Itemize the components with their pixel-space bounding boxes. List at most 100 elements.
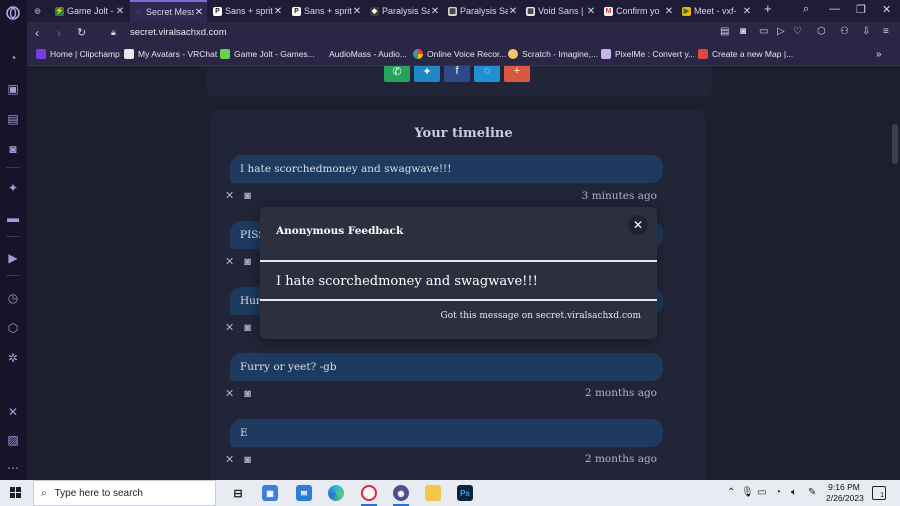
bookmark-clipchamp[interactable]: Home | Clipchamp: [36, 49, 120, 59]
pen-icon[interactable]: ✎: [808, 487, 816, 498]
network-icon[interactable]: ◔: [775, 487, 781, 498]
mail-icon[interactable]: ✉: [296, 485, 312, 501]
bookmark-voice-recorder[interactable]: Online Voice Recor...: [413, 49, 506, 59]
twitch-icon[interactable]: ▤: [5, 111, 21, 127]
gamejolt-icon: [220, 49, 230, 59]
bookmarks-overflow-icon[interactable]: »: [876, 49, 882, 60]
task-view-icon[interactable]: ⊟: [230, 485, 246, 501]
tray-overflow-icon[interactable]: ⌃: [727, 487, 735, 498]
forward-icon[interactable]: ›: [57, 26, 61, 40]
delete-icon[interactable]: ✕: [225, 189, 234, 202]
tab-9[interactable]: ▶ Meet - vxf- ✕: [678, 0, 755, 22]
page-scrollbar[interactable]: [890, 66, 900, 480]
screenshot-icon[interactable]: ◙: [244, 454, 251, 466]
close-tab-icon[interactable]: ✕: [352, 6, 362, 17]
camera-icon[interactable]: ◙: [740, 26, 746, 37]
screenshot-icon[interactable]: ◙: [244, 388, 251, 400]
extensions-icon[interactable]: ⬡: [5, 320, 21, 336]
notes-icon[interactable]: ▤: [720, 26, 729, 37]
bookmark-scratch[interactable]: Scratch - Imagine,...: [508, 49, 598, 59]
store-icon[interactable]: ▦: [262, 485, 278, 501]
close-tab-icon[interactable]: ✕: [115, 6, 125, 17]
message-actions: ✕ ◙: [225, 387, 251, 401]
microphone-icon[interactable]: 🎙︎: [741, 487, 754, 498]
speed-dial-icon[interactable]: ◔: [5, 50, 21, 66]
screenshot-icon[interactable]: ◙: [244, 322, 251, 334]
tab-7[interactable]: ▦ Void Sans | ✕: [522, 0, 599, 22]
gallery-icon[interactable]: ▨: [5, 432, 21, 448]
file-explorer-icon[interactable]: [425, 485, 441, 501]
send-icon[interactable]: ▷: [777, 26, 785, 37]
reload-icon[interactable]: ↻: [77, 26, 86, 39]
clock[interactable]: 9:16 PM 2/26/2023: [826, 482, 864, 504]
tab-6[interactable]: ▦ Paralysis Sa ✕: [444, 0, 521, 22]
shopping-icon[interactable]: ▣: [5, 81, 21, 97]
close-tab-icon[interactable]: ✕: [273, 6, 283, 17]
messenger-icon[interactable]: ✦: [5, 180, 21, 196]
discord-icon[interactable]: ▬: [5, 210, 21, 226]
minimize-icon[interactable]: —: [829, 3, 840, 15]
delete-icon[interactable]: ✕: [225, 321, 234, 334]
modal-close-button[interactable]: ✕: [628, 215, 648, 235]
pinned-app-icon[interactable]: ✕: [5, 404, 21, 420]
search-tabs-icon[interactable]: ⌕: [803, 3, 809, 16]
battery-icon[interactable]: ▭: [757, 487, 766, 498]
more-share-button[interactable]: +: [504, 66, 530, 82]
instagram-icon[interactable]: ◙: [5, 141, 21, 157]
profile-icon[interactable]: ⚇: [840, 26, 849, 37]
facebook-share-button[interactable]: f: [444, 66, 470, 82]
modal-divider: [260, 299, 657, 301]
download-icon[interactable]: ⇩: [862, 26, 870, 37]
whatsapp-share-button[interactable]: ✆: [384, 66, 410, 82]
tab-4[interactable]: P Sans + sprit ✕: [288, 0, 365, 22]
screenshot-icon[interactable]: ◙: [244, 256, 251, 268]
close-tab-icon[interactable]: ✕: [430, 6, 440, 17]
close-tab-icon[interactable]: ✕: [742, 6, 752, 17]
windows-start-icon[interactable]: [10, 487, 22, 499]
delete-icon[interactable]: ✕: [225, 387, 234, 400]
delete-icon[interactable]: ✕: [225, 255, 234, 268]
delete-icon[interactable]: ✕: [225, 453, 234, 466]
tab-0[interactable]: ◎: [29, 0, 51, 22]
photoshop-icon[interactable]: Ps: [457, 485, 473, 501]
opera-gx-icon[interactable]: ◉: [393, 485, 409, 501]
settings-icon[interactable]: ✲: [5, 350, 21, 366]
notification-center-icon[interactable]: 1: [872, 486, 886, 500]
close-tab-icon[interactable]: ✕: [586, 6, 596, 17]
twitter-share-button[interactable]: ✦: [414, 66, 440, 82]
bookmark-pixelme[interactable]: PixelMe : Convert y...: [601, 49, 695, 59]
tab-8[interactable]: M Confirm yo ✕: [600, 0, 677, 22]
opera-menu-icon[interactable]: [5, 5, 21, 21]
new-tab-icon[interactable]: +: [764, 1, 772, 16]
close-tab-icon[interactable]: ✕: [508, 6, 518, 17]
tab-2[interactable]: ◌ Secret Mess ✕: [130, 0, 207, 22]
bookmark-create-map[interactable]: Create a new Map |...: [698, 49, 793, 59]
tab-1[interactable]: ⚡ Game Jolt - ✕: [51, 0, 128, 22]
tab-3[interactable]: P Sans + sprit ✕: [209, 0, 286, 22]
taskbar-search[interactable]: ⌕ Type here to search: [33, 480, 216, 506]
close-tab-icon[interactable]: ✕: [664, 6, 674, 17]
bookmark-audiomass[interactable]: AudioMass - Audio...: [315, 49, 407, 59]
scroll-thumb[interactable]: [892, 124, 898, 164]
messenger-share-button[interactable]: ◌: [474, 66, 500, 82]
maximize-icon[interactable]: ❐: [856, 3, 866, 16]
heart-icon[interactable]: ♡: [793, 26, 802, 37]
bookmark-gamejolt[interactable]: Game Jolt - Games...: [220, 49, 315, 59]
close-tab-icon[interactable]: ✕: [194, 7, 204, 18]
screenshot-icon[interactable]: ◙: [244, 190, 251, 202]
opera-taskbar-icon[interactable]: [361, 485, 377, 501]
close-window-icon[interactable]: ✕: [882, 3, 891, 16]
image-favicon-icon: ▦: [526, 6, 535, 16]
bookmark-vrchat[interactable]: My Avatars - VRChat: [124, 49, 217, 59]
tab-icon[interactable]: ▭: [759, 26, 768, 37]
back-icon[interactable]: ‹: [35, 26, 39, 40]
tab-5[interactable]: ◆ Paralysis Sa ✕: [366, 0, 443, 22]
edge-icon[interactable]: [328, 485, 344, 501]
history-icon[interactable]: ◷: [5, 290, 21, 306]
url-field[interactable]: secret.viralsachxd.com: [130, 27, 227, 38]
volume-icon[interactable]: 🔈︎: [791, 487, 797, 498]
more-icon[interactable]: ⋯: [5, 460, 21, 476]
cube-icon[interactable]: ⬡: [817, 26, 826, 37]
player-icon[interactable]: ▶: [5, 250, 21, 266]
menu-icon[interactable]: ≡: [883, 26, 889, 37]
